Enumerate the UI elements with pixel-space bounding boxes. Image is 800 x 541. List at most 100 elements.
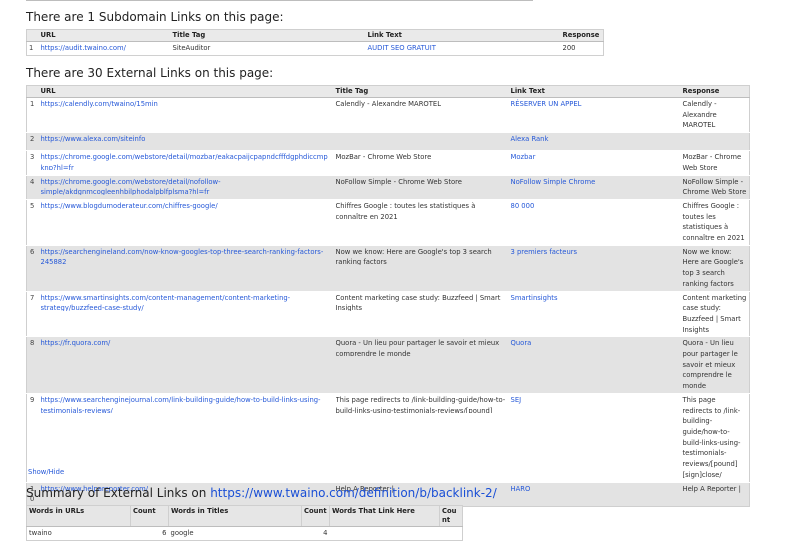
title-word-cell: google [168, 526, 302, 541]
url-link[interactable]: https://www.blogdumoderateur.com/chiffre… [38, 198, 334, 246]
response-cell: 200 [560, 41, 604, 56]
url-link-text[interactable]: https://chrome.google.com/webstore/detai… [41, 152, 332, 170]
row-number: 1 [26, 41, 39, 56]
title-tag-text: Content marketing case study: Buzzfeed |… [335, 293, 501, 311]
summary-heading-url-link[interactable]: https://www.twaino.com/definition/b/back… [210, 486, 497, 500]
column-header-words-that-link-here: Words That Link Here [329, 505, 440, 527]
title-tag-cell: Content marketing case study: Buzzfeed |… [333, 290, 509, 337]
column-header-title-tag: Title Tag [170, 29, 366, 42]
link-text-link[interactable]: NoFollow Simple Chrome [508, 174, 681, 200]
title-tag-text: Chiffres Google : toutes les statistique… [335, 201, 476, 219]
summary-table: Words in URLs Count Words in Titles Coun… [26, 505, 463, 541]
response-cell: Help A Reporter | [680, 481, 750, 507]
table-row: 8 https://fr.quora.com/ Quora - Un lieu … [26, 336, 750, 394]
table-row: 2 https://www.alexa.com/siteinfo Alexa R… [26, 132, 750, 151]
url-link[interactable]: https://calendly.com/twaino/15min [38, 96, 334, 133]
link-text-link[interactable]: AUDIT SEO GRATUIT [365, 41, 561, 56]
title-tag-cell: MozBar - Chrome Web Store [333, 150, 509, 176]
url-link[interactable]: https://chrome.google.com/webstore/detai… [38, 150, 334, 176]
table-row: twaino 6 google 4 [26, 526, 463, 541]
title-word-count: 4 [301, 526, 330, 541]
table-row: 1 https://calendly.com/twaino/15min Cale… [26, 96, 750, 133]
table-header-row: Words in URLs Count Words in Titles Coun… [26, 505, 463, 527]
column-header-link-text: Link Text [365, 29, 561, 42]
summary-heading: Summary of External Links on https://www… [26, 486, 497, 500]
column-header-words-in-titles: Words in Titles [168, 505, 302, 527]
url-link-text[interactable]: https://www.smartinsights.com/content-ma… [41, 293, 332, 311]
title-tag-text: This page redirects to /link-building-gu… [335, 395, 506, 413]
title-tag-cell: Quora - Un lieu pour partager le savoir … [333, 336, 509, 394]
response-cell: Content marketing case study: Buzzfeed |… [680, 290, 750, 337]
column-header-url: URL [38, 85, 334, 98]
response-cell: Now we know: Here are Google's top 3 sea… [680, 244, 750, 292]
response-cell: Quora - Un lieu pour partager le savoir … [680, 336, 750, 394]
row-number: 5 [26, 198, 39, 246]
divider [26, 0, 533, 1]
title-tag-cell: Now we know: Here are Google's top 3 sea… [333, 244, 509, 292]
title-tag-text: Now we know: Here are Google's top 3 sea… [335, 247, 492, 265]
url-link[interactable]: https://www.alexa.com/siteinfo [38, 132, 334, 151]
link-text-link[interactable]: Smartinsights [508, 290, 681, 337]
url-link[interactable]: https://fr.quora.com/ [38, 336, 334, 394]
table-row: 7 https://www.smartinsights.com/content-… [26, 290, 750, 337]
column-header-title-tag: Title Tag [333, 85, 509, 98]
column-header-count: Count [439, 505, 463, 527]
column-header-count: Count [301, 505, 330, 527]
column-header-words-in-urls: Words in URLs [26, 505, 131, 527]
url-link-text[interactable]: https://chrome.google.com/webstore/detai… [41, 177, 332, 195]
link-text-link[interactable]: HARO [508, 481, 681, 507]
column-header-number [26, 29, 39, 42]
url-word-cell: twaino [26, 526, 131, 541]
link-text-link[interactable]: Mozbar [508, 150, 681, 176]
url-link-text[interactable]: https://www.searchenginejournal.com/link… [41, 395, 332, 413]
title-tag-cell: SiteAuditor [170, 41, 366, 56]
title-tag-cell [333, 132, 509, 151]
url-link[interactable]: https://chrome.google.com/webstore/detai… [38, 174, 334, 200]
title-tag-cell: This page redirects to /link-building-gu… [333, 392, 509, 482]
link-text-link[interactable]: 80 000 [508, 198, 681, 246]
response-cell: Calendly - Alexandre MAROTEL [680, 96, 750, 133]
table-row: 5 https://www.blogdumoderateur.com/chiff… [26, 198, 750, 246]
column-header-link-text: Link Text [508, 85, 681, 98]
row-number: 8 [26, 336, 39, 394]
summary-heading-prefix: Summary of External Links on [26, 486, 211, 500]
response-cell: This page redirects to /link-building-gu… [680, 392, 750, 482]
link-text-link[interactable]: 3 premiers facteurs [508, 244, 681, 292]
link-word-cell [329, 526, 440, 541]
row-number: 7 [26, 290, 39, 337]
table-row: 9 https://www.searchenginejournal.com/li… [26, 392, 750, 482]
link-text-link[interactable]: Alexa Rank [508, 132, 681, 151]
show-hide-link[interactable]: Show/Hide [28, 468, 64, 476]
row-number: 2 [26, 132, 39, 151]
url-link[interactable]: https://www.smartinsights.com/content-ma… [38, 290, 334, 337]
table-row: 1 https://audit.twaino.com/ SiteAuditor … [26, 41, 604, 56]
link-text-link[interactable]: RÉSERVER UN APPEL [508, 96, 681, 133]
title-tag-cell: Calendly - Alexandre MAROTEL [333, 96, 509, 133]
subdomain-table: URL Title Tag Link Text Response 1 https… [26, 29, 604, 56]
response-cell: Chiffres Google : toutes les statistique… [680, 198, 750, 246]
column-header-number [26, 85, 39, 98]
table-row: 4 https://chrome.google.com/webstore/det… [26, 174, 750, 200]
row-number: 4 [26, 174, 39, 200]
column-header-response: Response [560, 29, 604, 42]
url-link[interactable]: https://www.searchenginejournal.com/link… [38, 392, 334, 482]
link-text-link[interactable]: Quora [508, 336, 681, 394]
table-header-row: URL Title Tag Link Text Response [26, 85, 750, 98]
url-link-text[interactable]: https://searchengineland.com/now-know-go… [41, 247, 332, 265]
table-row: 3 https://chrome.google.com/webstore/det… [26, 150, 750, 176]
response-cell [680, 132, 750, 151]
url-link[interactable]: https://audit.twaino.com/ [38, 41, 171, 56]
row-number: 3 [26, 150, 39, 176]
column-header-count: Count [130, 505, 169, 527]
row-number: 1 [26, 96, 39, 133]
row-number: 6 [26, 244, 39, 292]
url-link[interactable]: https://searchengineland.com/now-know-go… [38, 244, 334, 292]
link-text-link[interactable]: SEJ [508, 392, 681, 482]
table-header-row: URL Title Tag Link Text Response [26, 29, 604, 42]
response-cell: MozBar - Chrome Web Store [680, 150, 750, 176]
external-heading: There are 30 External Links on this page… [26, 66, 274, 80]
table-row: 6 https://searchengineland.com/now-know-… [26, 244, 750, 292]
response-cell: NoFollow Simple - Chrome Web Store [680, 174, 750, 200]
url-word-count: 6 [130, 526, 169, 541]
subdomain-heading: There are 1 Subdomain Links on this page… [26, 10, 284, 24]
